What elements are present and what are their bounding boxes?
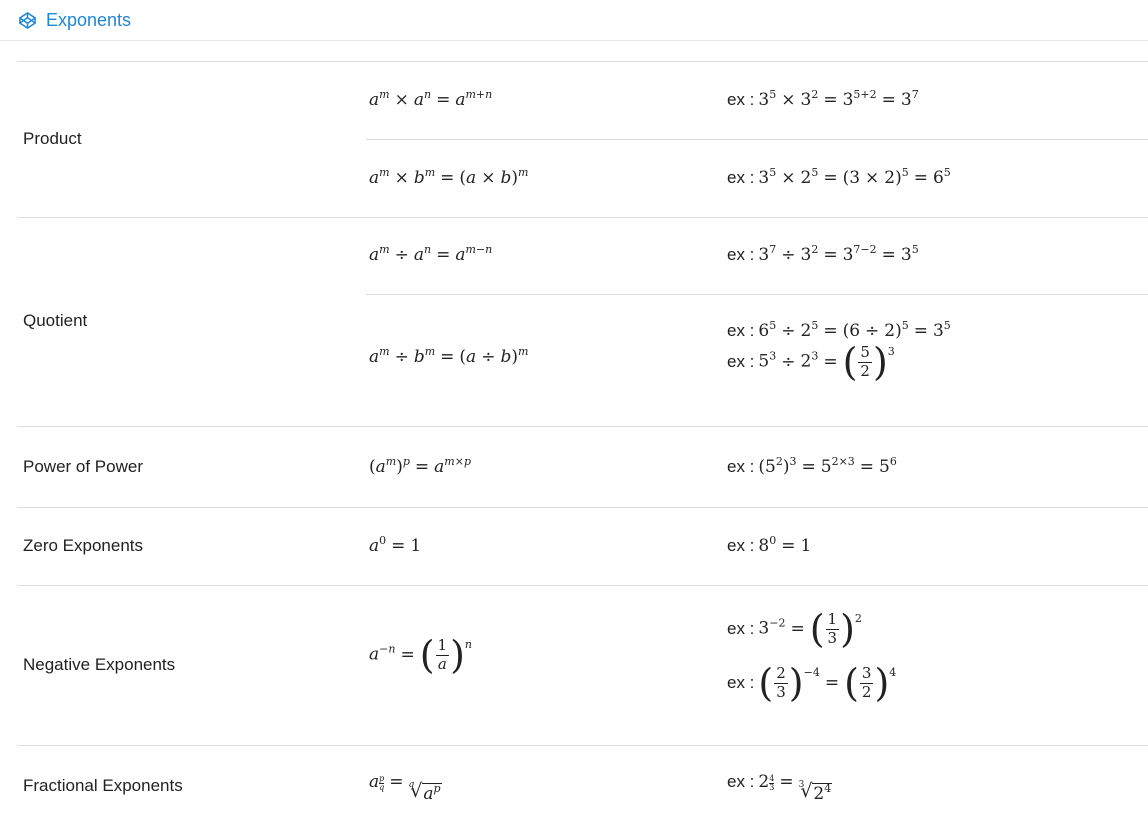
formula: a p q = q √ ap	[369, 772, 442, 804]
example: ex :2 4 3 = 3 √ 24	[727, 772, 833, 804]
row-quotient: Quotient am ÷ an = am−n ex :37 ÷ 32 = 37−2 = 35 am…	[17, 218, 1148, 427]
page-header: Exponents	[0, 0, 1148, 41]
formula: am ÷ an = am−n	[369, 242, 493, 265]
row-negative-exponents: Negative Exponents a−n =(1 a) n ex :3−2 =(1 3…	[17, 586, 1148, 746]
example: ex : (52)3 = 52×3 = 56	[727, 454, 897, 477]
example: ex :53 ÷ 23 =(5 2) 3	[727, 340, 895, 384]
row-label: Negative Exponents	[23, 655, 176, 674]
formula: (am)p = am×p	[369, 454, 471, 477]
row-label: Quotient	[23, 311, 88, 330]
codepen-icon	[19, 11, 36, 29]
example: ex :37 ÷ 32 = 37−2 = 35	[727, 242, 919, 265]
row-label: Power of Power	[23, 457, 143, 476]
row-label: Fractional Exponents	[23, 776, 183, 795]
formula: a−n =(1 a) n	[369, 633, 472, 677]
example: ex :80 = 1	[727, 533, 812, 556]
example: ex :3−2 =(1 3) 2	[727, 607, 862, 651]
page-title[interactable]: Exponents	[46, 10, 131, 31]
example: ex :35 × 32 = 35+2 = 37	[727, 87, 919, 110]
formula: am × an = am+n	[369, 87, 493, 110]
row-zero-exponents: Zero Exponents a0 = 1 ex :80 = 1	[17, 508, 1148, 586]
row-fractional-exponents: Fractional Exponents a p q = q √ ap ex :2 4 3 = 3 √…	[17, 746, 1148, 821]
example: ex :(2 3) −4 =(3 2) 4	[727, 661, 897, 705]
row-label: Zero Exponents	[23, 536, 144, 555]
formula: a0 = 1	[369, 533, 422, 556]
exponents-table: Product am × an = am+n ex :35 × 32 = 35+2 = 37 am ×…	[17, 61, 1148, 821]
example: ex :35 × 25 = (3 × 2)5 = 65	[727, 165, 951, 188]
example: ex :65 ÷ 25 = (6 ÷ 2)5 = 35	[727, 318, 951, 341]
formula: am × bm = (a × b)m	[369, 165, 529, 188]
row-product: Product am × an = am+n ex :35 × 32 = 35+2 = 37 am ×…	[17, 62, 1148, 218]
formula: am ÷ bm = (a ÷ b)m	[369, 344, 529, 367]
row-power-of-power: Power of Power (am)p = am×p ex : (52)3 = 52×3…	[17, 427, 1148, 508]
